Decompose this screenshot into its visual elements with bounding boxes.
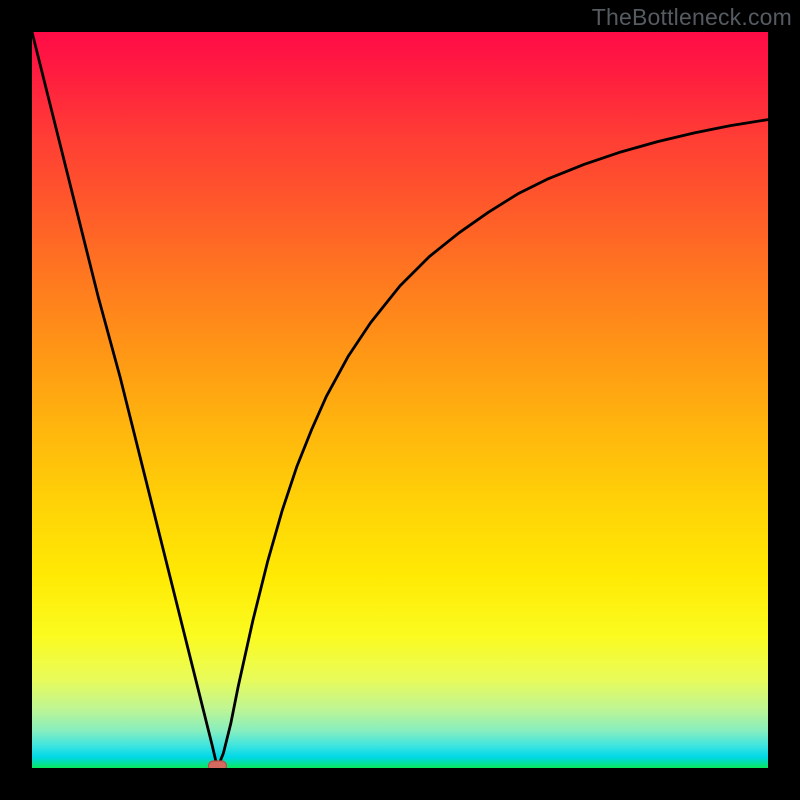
- watermark-text: TheBottleneck.com: [592, 4, 792, 31]
- curve-path: [32, 32, 768, 768]
- minimum-marker: [208, 761, 226, 768]
- bottleneck-curve: [32, 32, 768, 768]
- plot-area: [32, 32, 768, 768]
- chart-frame: TheBottleneck.com: [0, 0, 800, 800]
